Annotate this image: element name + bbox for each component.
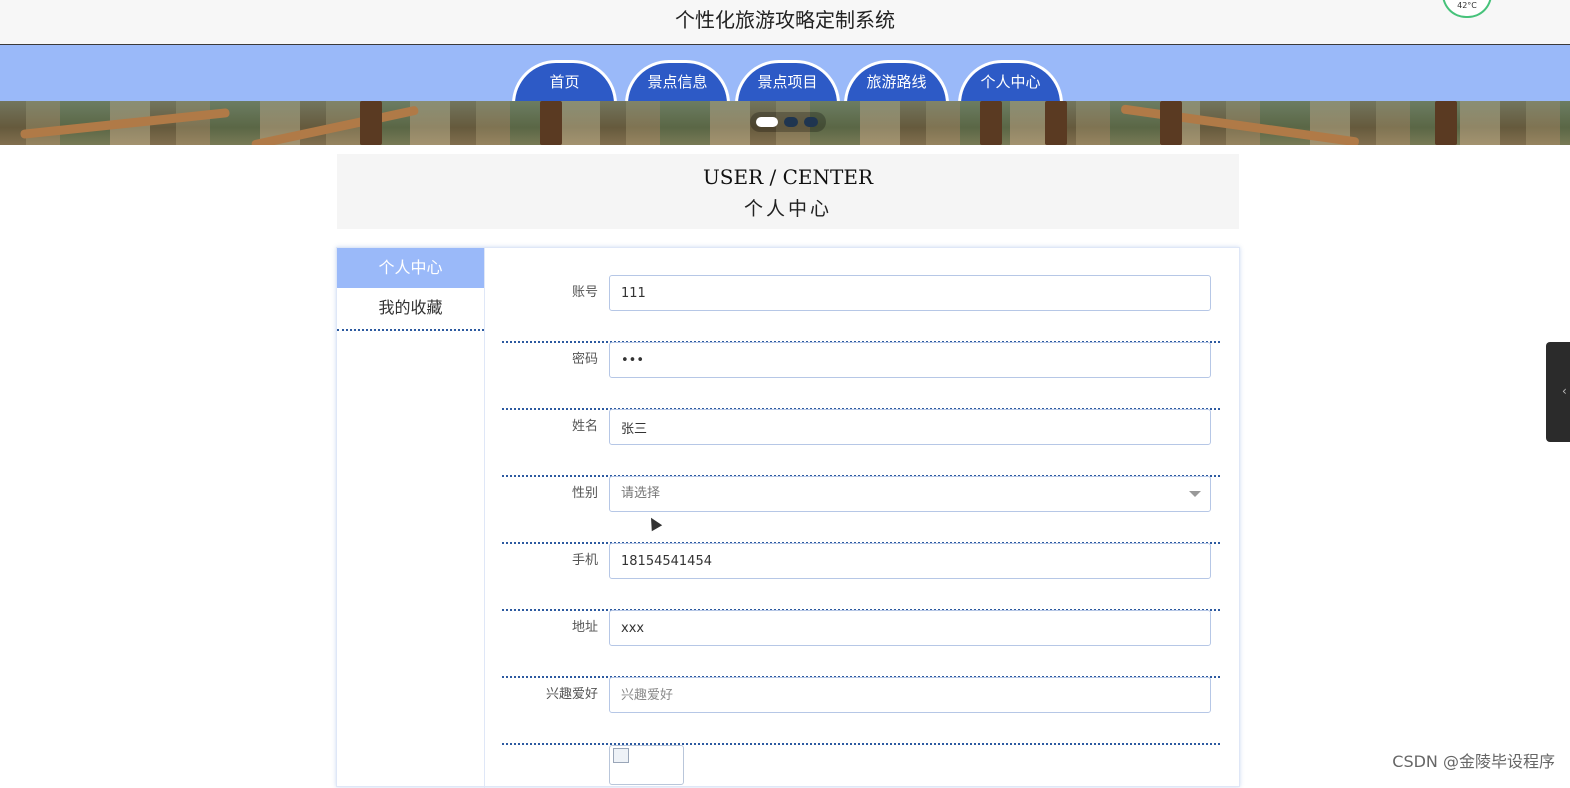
banner-fence-post xyxy=(540,101,562,145)
address-label: 地址 xyxy=(571,620,598,635)
banner-fence-post xyxy=(1160,101,1182,145)
section-title-en: USER / CENTER xyxy=(702,165,874,189)
form-row-name: 姓名 xyxy=(502,409,1220,477)
account-label: 账号 xyxy=(571,285,598,300)
sidebar-item-user-center[interactable]: 个人中心 xyxy=(337,248,484,288)
nav-item-scenic-info[interactable]: 景点信息 xyxy=(625,60,730,104)
top-header-bar: 个性化旅游攻略定制系统 42°C xyxy=(0,0,1570,45)
chevron-down-icon xyxy=(1189,491,1201,497)
form-row-account: 账号 xyxy=(502,275,1220,343)
banner-fence-post xyxy=(980,101,1002,145)
avatar-upload[interactable] xyxy=(609,745,684,785)
weather-temperature: 42°C xyxy=(1457,1,1477,10)
gender-label: 性别 xyxy=(571,486,598,501)
name-label: 姓名 xyxy=(571,419,598,434)
password-label: 密码 xyxy=(571,352,598,367)
gender-select[interactable]: 请选择 xyxy=(609,476,1211,512)
phone-input[interactable] xyxy=(609,543,1211,579)
account-input[interactable] xyxy=(609,275,1211,311)
password-input[interactable] xyxy=(609,342,1211,378)
banner-fence-post xyxy=(1045,101,1067,145)
carousel-dot-1[interactable] xyxy=(756,117,778,127)
nav-item-travel-routes[interactable]: 旅游路线 xyxy=(844,60,949,104)
form-row-password: 密码 xyxy=(502,342,1220,410)
nav-item-scenic-projects[interactable]: 景点项目 xyxy=(735,60,840,104)
carousel-dot-3[interactable] xyxy=(804,117,818,127)
nav-item-home[interactable]: 首页 xyxy=(512,60,617,104)
banner-fence-post xyxy=(360,101,382,145)
form-row-gender: 性别 请选择 xyxy=(502,476,1220,544)
floating-side-tab[interactable]: ‹ xyxy=(1546,342,1570,442)
hobby-label: 兴趣爱好 xyxy=(545,687,598,702)
carousel-dot-2[interactable] xyxy=(784,117,798,127)
hobby-input[interactable] xyxy=(609,677,1211,713)
form-row-hobby: 兴趣爱好 xyxy=(502,677,1220,745)
carousel-indicators xyxy=(750,112,826,132)
form-row-address: 地址 xyxy=(502,610,1220,678)
main-nav: 首页 景点信息 景点项目 旅游路线 个人中心 xyxy=(0,45,1570,104)
watermark: CSDN @金陵毕设程序 xyxy=(1392,752,1555,771)
sidebar-item-favorites[interactable]: 我的收藏 xyxy=(337,288,484,331)
broken-image-icon xyxy=(613,748,629,763)
site-title: 个性化旅游攻略定制系统 xyxy=(675,8,895,32)
phone-label: 手机 xyxy=(571,553,598,568)
section-heading: USER / CENTER 个人中心 xyxy=(337,154,1239,229)
chevron-left-icon: ‹ xyxy=(1562,384,1567,398)
user-sidebar: 个人中心 我的收藏 xyxy=(337,248,485,788)
section-title-cn: 个人中心 xyxy=(743,198,832,220)
name-input[interactable] xyxy=(609,409,1211,445)
form-row-phone: 手机 xyxy=(502,543,1220,611)
banner-fence-post xyxy=(1435,101,1457,145)
address-input[interactable] xyxy=(609,610,1211,646)
gender-select-placeholder: 请选择 xyxy=(621,486,661,501)
nav-item-user-center[interactable]: 个人中心 xyxy=(958,60,1063,104)
